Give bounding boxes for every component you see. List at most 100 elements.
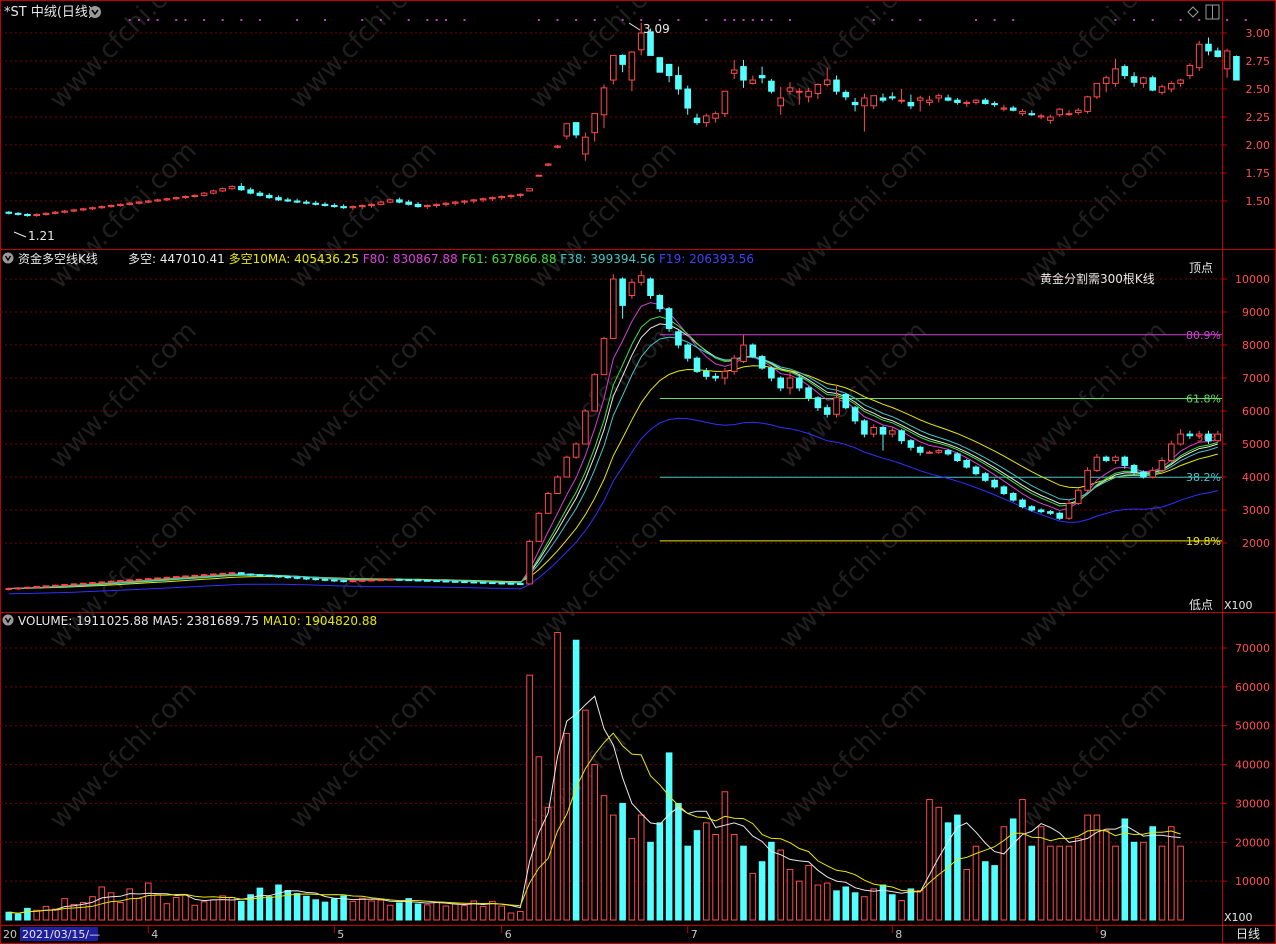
volume-tick-label: 10000 xyxy=(1235,875,1270,888)
price-candle-body xyxy=(331,204,338,208)
volume-bar xyxy=(1009,818,1017,921)
indicator-candle xyxy=(498,582,505,585)
indicator-candle xyxy=(396,578,403,581)
indicator-candle-body xyxy=(89,582,96,585)
indicator-candle-body xyxy=(312,578,319,581)
volume-bar xyxy=(182,894,189,921)
indicator-dropdown-button[interactable] xyxy=(2,252,14,264)
volume-bar xyxy=(963,868,971,921)
price-candle-body xyxy=(758,75,766,79)
price-candle-body xyxy=(1205,43,1212,52)
indicator-candle xyxy=(610,274,617,339)
volume-bar xyxy=(396,902,403,921)
price-candle-body xyxy=(70,209,78,212)
volume-bar xyxy=(777,849,785,921)
indicator-candle-body xyxy=(982,473,989,481)
price-candle-body xyxy=(1084,96,1091,112)
volume-bar xyxy=(916,889,924,921)
indicator-candle-body xyxy=(944,450,952,455)
indicator-candle xyxy=(591,373,599,412)
price-candle-body xyxy=(358,204,366,208)
price-candle-body xyxy=(833,79,840,92)
volume-bar xyxy=(684,845,692,921)
indicator-candle-body xyxy=(52,584,59,587)
price-candle-body xyxy=(126,202,134,205)
indicator-candle xyxy=(982,472,989,482)
price-candle-body xyxy=(535,174,543,177)
signal-dot xyxy=(156,19,159,21)
price-candle-body xyxy=(1019,110,1026,115)
indicator-candle-body xyxy=(191,574,199,577)
indicator-candle-body xyxy=(963,460,971,468)
volume-bar xyxy=(507,912,515,921)
price-candle xyxy=(377,201,385,206)
price-candle-body xyxy=(135,201,143,204)
price-candle-body xyxy=(1047,116,1054,121)
indicator-candle-body xyxy=(972,466,980,475)
price-candle-body xyxy=(730,69,738,74)
price-tick-label: 3.00 xyxy=(1246,27,1271,40)
indicator-candle-body xyxy=(135,578,143,581)
indicator-candle xyxy=(1168,440,1175,463)
indicator-candle-body xyxy=(768,367,775,379)
volume-bar xyxy=(1102,830,1110,921)
volume-bar xyxy=(1056,845,1064,921)
chart-canvas[interactable]: *ST 中绒(日线) www.cfchi.com www.cfchi.com www… xyxy=(0,0,1276,944)
price-candle-body xyxy=(526,188,533,192)
volume-bar xyxy=(898,900,905,921)
price-candle-body xyxy=(451,201,459,204)
volume-bar xyxy=(498,905,505,921)
readout-label: VOLUME: xyxy=(18,614,76,628)
fib-level-label: 38.2% xyxy=(1186,471,1221,484)
signal-dot xyxy=(138,19,140,21)
volume-bar xyxy=(740,845,747,921)
volume-tick-label: 20000 xyxy=(1235,836,1270,849)
price-candle-body xyxy=(1102,77,1110,84)
price-candle-body xyxy=(712,113,719,119)
price-low-label: 1.21 xyxy=(28,229,55,243)
indicator-candle-body xyxy=(451,580,459,583)
indicator-candle-body xyxy=(396,578,403,581)
volume-bar xyxy=(758,861,766,921)
window-title: *ST 中绒(日线) xyxy=(4,5,93,20)
volume-header: VOLUME: 1911025.88 MA5: 2381689.75 MA10:… xyxy=(2,614,377,628)
indicator-candle-body xyxy=(907,440,915,448)
title-dropdown-button[interactable] xyxy=(89,6,101,18)
indicator-candle-body xyxy=(805,387,812,399)
indicator-candle-body xyxy=(703,370,710,377)
price-candle xyxy=(768,78,775,94)
indicator-candle-body xyxy=(424,579,431,582)
price-candle-body xyxy=(89,207,96,210)
indicator-candle-body xyxy=(107,580,115,583)
price-high-label: 3.09 xyxy=(643,22,670,36)
indicator-tick-label: 5000 xyxy=(1242,438,1270,451)
price-candle-body xyxy=(303,201,310,204)
period-label[interactable]: 日线 xyxy=(1236,927,1260,941)
indicator-candle xyxy=(461,581,468,584)
price-candle-body xyxy=(433,203,440,206)
volume-bar xyxy=(1065,845,1073,921)
volume-bar xyxy=(517,910,524,921)
indicator-readouts: 多空: 447010.41 多空10MA: 405436.25 F80: 830… xyxy=(128,252,754,266)
volume-bar xyxy=(572,639,580,921)
volume-bar xyxy=(238,900,245,921)
price-candle-body xyxy=(991,103,998,106)
volume-dropdown-button[interactable] xyxy=(2,614,14,626)
indicator-tick-label: 3000 xyxy=(1242,504,1270,517)
volume-bar xyxy=(823,882,831,921)
indicator-candle-body xyxy=(303,577,310,580)
price-candle xyxy=(219,187,226,193)
volume-bar xyxy=(591,764,599,921)
indicator-candle-body xyxy=(684,344,692,359)
indicator-candle-body xyxy=(1093,456,1101,471)
volume-bar xyxy=(210,899,217,921)
volume-bar xyxy=(1037,826,1045,921)
volume-bar xyxy=(1112,845,1119,921)
price-candle-body xyxy=(944,97,952,101)
indicator-candle xyxy=(600,336,608,376)
signal-dot xyxy=(640,19,643,21)
indicator-candle-body xyxy=(219,572,226,575)
volume-bar xyxy=(554,631,561,921)
volume-bar xyxy=(610,814,617,921)
indicator-candle-body xyxy=(1065,502,1073,519)
